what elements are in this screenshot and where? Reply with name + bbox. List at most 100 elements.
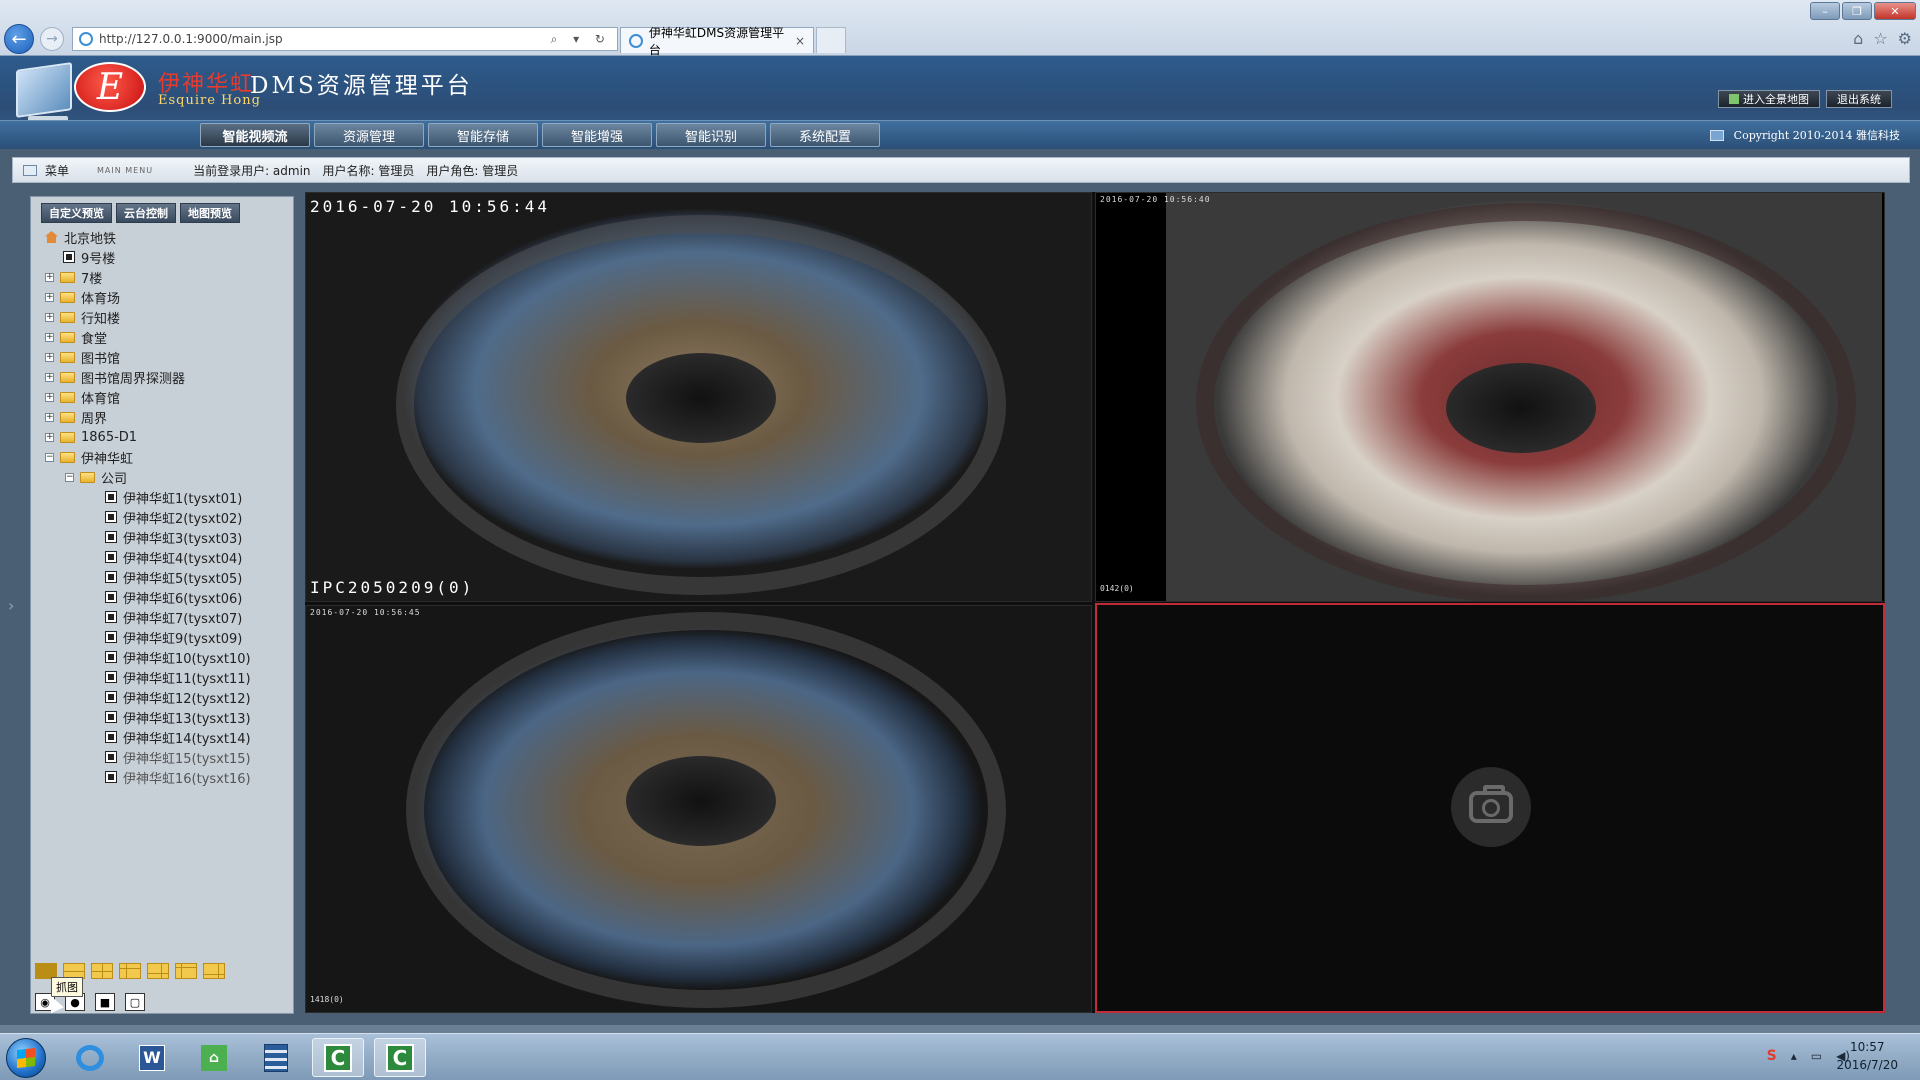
new-tab-button[interactable] — [816, 27, 846, 53]
layout-3x3-button[interactable] — [119, 963, 141, 979]
tree-item[interactable]: 北京地铁 — [39, 227, 287, 247]
layout-4x4-button[interactable] — [175, 963, 197, 979]
expand-icon[interactable]: + — [45, 272, 54, 282]
expand-icon[interactable]: + — [45, 332, 54, 342]
tab-map-preview[interactable]: 地图预览 — [180, 203, 240, 223]
expand-icon[interactable]: + — [45, 432, 54, 442]
tree-item[interactable]: 伊神华虹12(tysxt12) — [39, 687, 287, 707]
tab-resource-mgmt[interactable]: 资源管理 — [314, 123, 424, 147]
menu-icon[interactable] — [23, 164, 37, 176]
back-button[interactable]: ← — [4, 24, 34, 54]
expand-icon[interactable]: + — [45, 352, 54, 362]
collapse-icon[interactable]: − — [45, 452, 54, 462]
video-cell-1[interactable]: 2016-07-20 10:56:44 IPC2050209(0) — [305, 192, 1092, 602]
fullscreen-button[interactable]: ▢ — [125, 993, 145, 1011]
layout-1plus5-button[interactable] — [147, 963, 169, 979]
tab-storage[interactable]: 智能存储 — [428, 123, 538, 147]
tree-item[interactable]: 伊神华虹11(tysxt11) — [39, 667, 287, 687]
brand-name-en: Esquire Hong — [158, 93, 261, 108]
camera-icon — [105, 611, 117, 623]
taskbar-ie-button[interactable] — [64, 1038, 116, 1077]
taskbar-app-c1-button[interactable]: C — [312, 1038, 364, 1077]
tab-system-config[interactable]: 系统配置 — [770, 123, 880, 147]
header-actions: 进入全景地图 退出系统 — [1718, 90, 1892, 108]
logout-button[interactable]: 退出系统 — [1826, 90, 1892, 108]
browser-tab[interactable]: 伊神华虹DMS资源管理平台 × — [620, 26, 814, 57]
camera-icon — [105, 531, 117, 543]
tree-item[interactable]: +7楼 — [39, 267, 287, 287]
clock[interactable]: 10:57 2016/7/20 — [1836, 1038, 1898, 1074]
address-bar[interactable]: http://127.0.0.1:9000/main.jsp ⌕ ▾ ↻ — [72, 27, 618, 51]
collapse-arrow-icon[interactable]: › — [8, 596, 14, 615]
fullscreen-icon[interactable] — [1709, 129, 1724, 141]
tree-item[interactable]: − 公司 — [39, 467, 287, 487]
tab-enhance[interactable]: 智能增强 — [542, 123, 652, 147]
tree-item-label: 7楼 — [81, 271, 103, 287]
video-cell-3[interactable]: 2016-07-20 10:56:45 1418(0) — [305, 605, 1092, 1013]
tree-item[interactable]: 伊神华虹2(tysxt02) — [39, 507, 287, 527]
forward-button[interactable]: → — [40, 27, 64, 51]
tree-item[interactable]: 伊神华虹13(tysxt13) — [39, 707, 287, 727]
video-cell-2[interactable]: 2016-07-20 10:56:40 0142(0) — [1095, 192, 1885, 602]
tab-custom-preview[interactable]: 自定义预览 — [41, 203, 112, 223]
tree-item[interactable]: 伊神华虹10(tysxt10) — [39, 647, 287, 667]
input-method-icon[interactable]: S — [1767, 1048, 1777, 1064]
tree-item[interactable]: 伊神华虹9(tysxt09) — [39, 627, 287, 647]
start-button[interactable] — [6, 1038, 46, 1078]
expand-icon[interactable]: + — [45, 372, 54, 382]
tree-item[interactable]: + 周界 — [39, 407, 287, 427]
tree-item[interactable]: 伊神华虹6(tysxt06) — [39, 587, 287, 607]
tree-item[interactable]: 伊神华虹7(tysxt07) — [39, 607, 287, 627]
layout-2x2-button[interactable] — [91, 963, 113, 979]
stop-button[interactable]: ■ — [95, 993, 115, 1011]
user-role: 用户角色: 管理员 — [426, 163, 519, 178]
tree-item[interactable]: 伊神华虹1(tysxt01) — [39, 487, 287, 507]
tab-recognition[interactable]: 智能识别 — [656, 123, 766, 147]
menu-label[interactable]: 菜单 — [45, 162, 69, 179]
tree-item[interactable]: + 体育馆 — [39, 387, 287, 407]
tree-item[interactable]: 伊神华虹5(tysxt05) — [39, 567, 287, 587]
gear-icon[interactable]: ⚙ — [1898, 29, 1912, 48]
taskbar-app-c2-button[interactable]: C — [374, 1038, 426, 1077]
expand-icon[interactable]: + — [45, 412, 54, 422]
network-icon[interactable]: ▭ — [1811, 1049, 1822, 1063]
tree-item[interactable]: 伊神华虹4(tysxt04) — [39, 547, 287, 567]
tree-item[interactable]: + 食堂 — [39, 327, 287, 347]
star-icon[interactable]: ☆ — [1873, 29, 1887, 48]
tree-item[interactable]: 9号楼 — [39, 247, 287, 267]
tree-item[interactable]: 伊神华虹14(tysxt14) — [39, 727, 287, 747]
tree-item[interactable]: +1865-D1 — [39, 427, 287, 447]
tab-close-icon[interactable]: × — [795, 34, 805, 48]
layout-5x5-button[interactable] — [203, 963, 225, 979]
home-icon[interactable]: ⌂ — [1853, 29, 1863, 48]
device-tree-panel: 自定义预览 云台控制 地图预览 北京地铁 9号楼 +7楼 + 体育场 + 行知楼 + 食堂 + 图书… — [30, 196, 294, 1014]
tab-video-stream[interactable]: 智能视频流 — [200, 123, 310, 147]
platform-title: DMS资源管理平台 — [250, 73, 473, 99]
tree-item[interactable]: 伊神华虹3(tysxt03) — [39, 527, 287, 547]
panorama-map-button[interactable]: 进入全景地图 — [1718, 90, 1820, 108]
expand-icon[interactable]: + — [45, 392, 54, 402]
restore-button[interactable]: ❐ — [1842, 2, 1872, 20]
tree-item[interactable]: + 行知楼 — [39, 307, 287, 327]
taskbar-video-button[interactable] — [250, 1038, 302, 1077]
video-cell-4[interactable] — [1095, 603, 1885, 1013]
expand-icon[interactable]: + — [45, 292, 54, 302]
tray-expand-icon[interactable]: ▴ — [1791, 1049, 1797, 1063]
url-text[interactable]: http://127.0.0.1:9000/main.jsp — [99, 32, 551, 46]
taskbar-sheets-button[interactable]: ⌂ — [188, 1038, 240, 1077]
collapse-icon[interactable]: − — [65, 472, 74, 482]
address-tools-icon[interactable]: ⌕ ▾ ↻ — [551, 32, 611, 47]
tree-item[interactable]: + 体育场 — [39, 287, 287, 307]
expand-icon[interactable]: + — [45, 312, 54, 322]
tab-ptz-control[interactable]: 云台控制 — [116, 203, 176, 223]
taskbar-word-button[interactable]: W — [126, 1038, 178, 1077]
tree-item[interactable]: − 伊神华虹 — [39, 447, 287, 467]
tree-item[interactable]: + 图书馆周界探测器 — [39, 367, 287, 387]
tree-item[interactable]: + 图书馆 — [39, 347, 287, 367]
tree-item[interactable]: 伊神华虹16(tysxt16) — [39, 767, 287, 787]
windows-logo-icon — [17, 1048, 35, 1068]
minimize-button[interactable]: – — [1810, 2, 1840, 20]
close-window-button[interactable]: ✕ — [1874, 2, 1916, 20]
camera-icon[interactable] — [1451, 767, 1531, 847]
tree-item[interactable]: 伊神华虹15(tysxt15) — [39, 747, 287, 767]
